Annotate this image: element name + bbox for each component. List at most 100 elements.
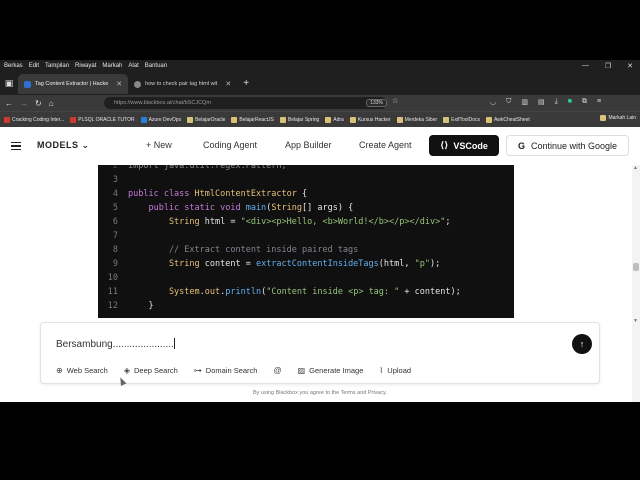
tools-row: ⊕ Web Search ◈ Deep Search ⊶ Domain Search … bbox=[56, 366, 427, 375]
line-number: 9 bbox=[112, 259, 118, 269]
plus-icon: + bbox=[146, 140, 152, 150]
code-line: 5 public static void main(String[] args)… bbox=[98, 201, 353, 215]
new-button[interactable]: + New bbox=[146, 140, 172, 150]
tab-tag-content-extractor[interactable]: Tag Content Extractor | Hacke ✕ bbox=[18, 74, 129, 94]
screen: Berkas Edit Tampilan Riwayat Markah Alat… bbox=[0, 0, 640, 480]
folder-icon bbox=[349, 116, 356, 123]
bookmark-item[interactable]: PLSQL ORACLE TUTOR bbox=[70, 116, 135, 123]
code-token: import java.util.regex.Pattern; bbox=[128, 165, 287, 171]
scroll-up-icon[interactable]: ▲ bbox=[633, 165, 638, 171]
maximize-icon[interactable]: ❐ bbox=[604, 62, 612, 70]
bookmark-folder[interactable]: AwkCheatSheet bbox=[486, 116, 530, 123]
download-icon[interactable]: ⤓ bbox=[555, 98, 558, 106]
code-token: String bbox=[271, 203, 303, 213]
code-token: public static void bbox=[128, 203, 246, 213]
code-token: (html, bbox=[378, 259, 415, 269]
menu-help[interactable]: Bantuan bbox=[144, 63, 168, 69]
arrow-up-icon: ↑ bbox=[579, 339, 585, 349]
code-line: 11 System.out.println("Content inside <p… bbox=[98, 285, 461, 299]
folder-icon bbox=[600, 115, 607, 121]
code-line: 9 String content = extractContentInsideT… bbox=[98, 257, 440, 271]
menu-history[interactable]: Riwayat bbox=[74, 63, 97, 69]
menu-view[interactable]: Tampilan bbox=[44, 63, 70, 69]
mention-button[interactable]: @ bbox=[273, 366, 281, 375]
letterbox-top bbox=[0, 0, 640, 60]
bookmark-folder[interactable]: BelajarOracle bbox=[187, 116, 225, 123]
code-token: String bbox=[128, 259, 200, 269]
scrollbar-thumb[interactable] bbox=[633, 263, 639, 271]
line-number: 12 bbox=[107, 301, 118, 311]
new-tab-icon[interactable]: + bbox=[243, 78, 249, 89]
vscode-button[interactable]: ⟨⟩ VSCode bbox=[429, 135, 499, 156]
menu-tools[interactable]: Alat bbox=[127, 63, 139, 69]
code-block: 2 import java.util.regex.Pattern; 3 4 public… bbox=[98, 165, 514, 318]
shield-icon[interactable]: ⛉ bbox=[506, 98, 511, 106]
menu-file[interactable]: Berkas bbox=[3, 63, 24, 69]
tab-how-to-check[interactable]: how to check pair tag html wit ✕ bbox=[128, 74, 237, 94]
menu-edit[interactable]: Edit bbox=[28, 63, 40, 69]
bookmark-folder[interactable]: Merdeka Siber bbox=[396, 116, 437, 123]
code-token: ; bbox=[445, 217, 451, 227]
bookmark-star-icon[interactable]: ☆ bbox=[392, 97, 398, 105]
bookmark-item[interactable]: Azure DevOps bbox=[140, 116, 181, 123]
web-search-button[interactable]: ⊕ Web Search bbox=[56, 366, 108, 375]
line-number: 11 bbox=[107, 287, 118, 297]
url-field[interactable]: https://www.blackbox.ai/chat/bSCJCQm 133… bbox=[104, 97, 387, 109]
code-token: html = bbox=[199, 217, 241, 227]
page-scrollbar[interactable]: ▲ ▼ bbox=[632, 165, 640, 402]
page: MODELS ⌄ + New Coding Agent App Builder … bbox=[0, 127, 640, 402]
continue-with-google-button[interactable]: G Continue with Google bbox=[506, 135, 629, 156]
close-tab-icon[interactable]: ✕ bbox=[116, 80, 122, 88]
generate-image-button[interactable]: ▨ Generate Image bbox=[298, 366, 364, 375]
home-icon[interactable]: ⌂ bbox=[49, 99, 54, 108]
close-window-icon[interactable]: ✕ bbox=[626, 62, 634, 70]
coding-agent-link[interactable]: Coding Agent bbox=[203, 140, 257, 150]
deep-search-button[interactable]: ◈ Deep Search bbox=[124, 366, 178, 375]
bookmark-folder[interactable]: BelajarReactJS bbox=[231, 116, 274, 123]
code-token: System bbox=[128, 287, 200, 297]
reader-icon[interactable]: ▤ bbox=[538, 98, 545, 106]
back-icon[interactable]: ← bbox=[5, 99, 13, 108]
code-token: + content); bbox=[399, 287, 461, 297]
domain-search-button[interactable]: ⊶ Domain Search bbox=[194, 366, 258, 375]
create-agent-link[interactable]: Create Agent bbox=[359, 140, 412, 150]
bookmark-folder[interactable]: Kursus Hacker bbox=[349, 116, 391, 123]
bookmark-folder[interactable]: ExifToolDocs bbox=[443, 116, 480, 123]
navigation-bar: ← → ↻ ⌂ https://www.blackbox.ai/chat/bSC… bbox=[0, 95, 640, 111]
bookmark-item[interactable]: Cracking Coding Inter... bbox=[4, 116, 64, 123]
code-token: out bbox=[204, 287, 221, 297]
scroll-down-icon[interactable]: ▼ bbox=[633, 318, 638, 324]
reload-icon[interactable]: ↻ bbox=[35, 99, 42, 108]
puzzle-icon[interactable]: ⧉ bbox=[582, 98, 587, 106]
close-tab-icon[interactable]: ✕ bbox=[225, 80, 231, 88]
code-line: 4 public class HtmlContentExtractor { bbox=[98, 187, 307, 201]
folder-icon bbox=[325, 116, 332, 123]
menu-icon[interactable]: ≡ bbox=[597, 98, 601, 106]
image-icon: ▨ bbox=[297, 366, 306, 375]
folder-icon bbox=[443, 116, 450, 123]
hamburger-menu-icon[interactable] bbox=[11, 142, 21, 150]
send-button[interactable]: ↑ bbox=[572, 334, 592, 354]
chat-input[interactable]: Bersambung...................... bbox=[56, 338, 175, 350]
bookmark-folder[interactable]: Adra bbox=[325, 116, 344, 123]
line-number: 2 bbox=[112, 165, 118, 171]
extension-icon[interactable]: ■ bbox=[568, 98, 572, 106]
menu-bookmarks[interactable]: Markah bbox=[101, 63, 123, 69]
forward-icon[interactable]: → bbox=[20, 99, 28, 108]
upload-button[interactable]: ⌇ Upload bbox=[379, 366, 411, 375]
code-token: ); bbox=[429, 259, 441, 269]
sidebar-icon[interactable]: ▥ bbox=[521, 98, 528, 106]
code-token: [] args) { bbox=[302, 203, 354, 213]
models-dropdown[interactable]: MODELS ⌄ bbox=[37, 140, 90, 151]
bookmark-folder[interactable]: Belajar Spring bbox=[279, 116, 319, 123]
app-builder-link[interactable]: App Builder bbox=[285, 140, 332, 150]
chat-input-card: Bersambung...................... ↑ ⊕ Web … bbox=[40, 322, 600, 384]
zoom-level[interactable]: 133% bbox=[366, 98, 387, 107]
tab-list-icon[interactable]: ▣ bbox=[0, 71, 18, 95]
other-bookmarks[interactable]: Markah Lain bbox=[600, 115, 636, 121]
pocket-icon[interactable]: ◡ bbox=[490, 98, 496, 106]
folder-icon bbox=[279, 116, 286, 123]
link-icon: ⊶ bbox=[193, 366, 202, 375]
line-number: 6 bbox=[112, 217, 118, 227]
minimize-icon[interactable]: — bbox=[581, 62, 590, 69]
